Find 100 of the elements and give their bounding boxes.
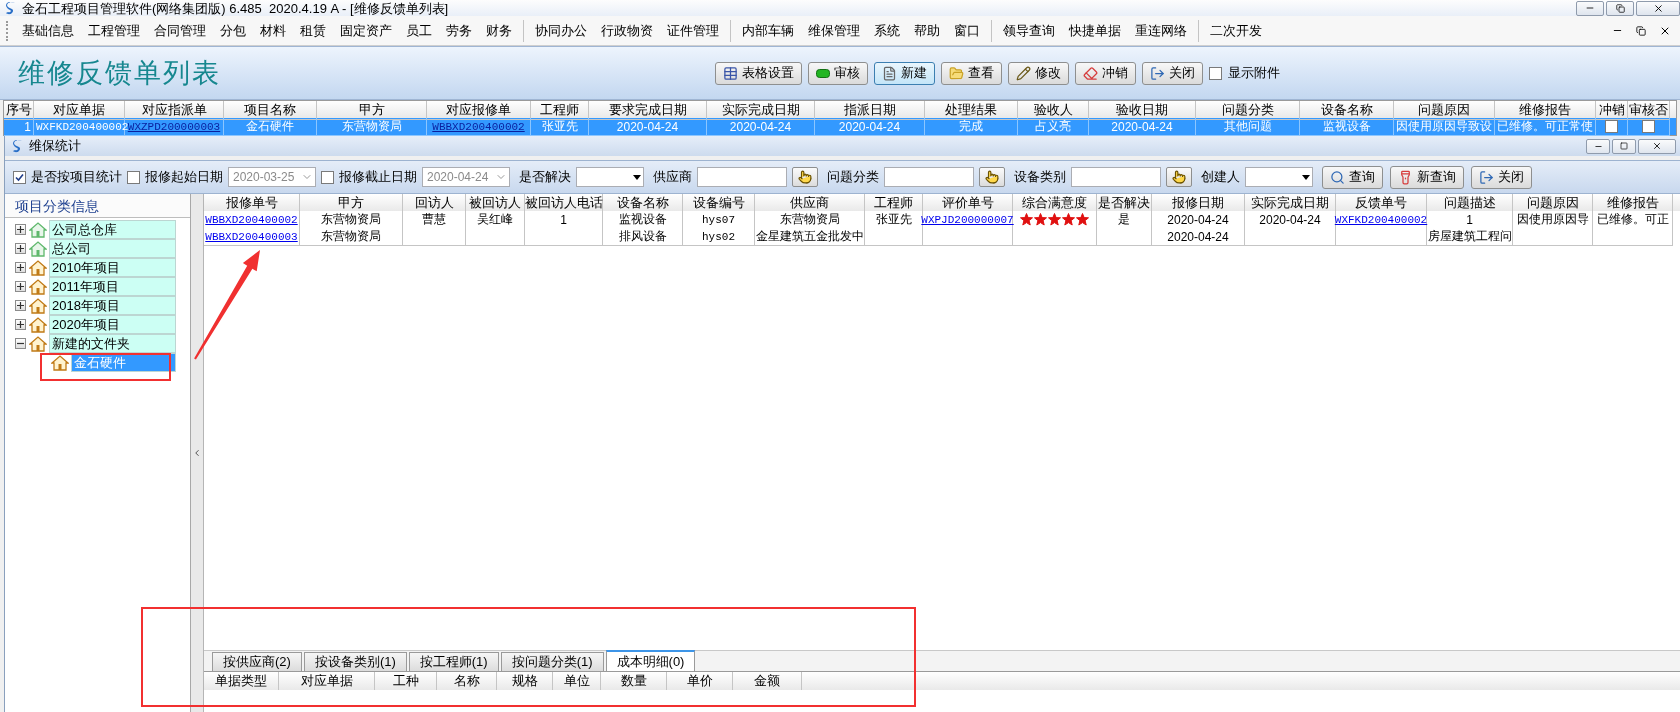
restore-icon [1636, 25, 1646, 36]
date-field[interactable]: 2020-04-24 [422, 167, 510, 187]
checkbox-label: 报修截止日期 [339, 168, 417, 186]
tab[interactable]: 成本明细(0) [605, 650, 696, 671]
toolbar-button[interactable]: 冲销 [1075, 61, 1136, 85]
menu-item[interactable]: 基础信息 [15, 18, 81, 43]
tree-item[interactable]: 2018年项目 [49, 296, 176, 315]
menu-item[interactable]: 分包 [213, 18, 253, 43]
input-field[interactable] [884, 167, 974, 187]
menu-item[interactable]: 劳务 [439, 18, 479, 43]
checkbox[interactable] [127, 170, 140, 184]
expand-toggle[interactable] [15, 281, 26, 292]
dropdown-field[interactable] [576, 167, 644, 187]
checkbox[interactable] [321, 170, 334, 184]
menu-item[interactable]: 重连网络 [1128, 18, 1194, 43]
table-cell: 排风设备 [603, 228, 683, 246]
menu-item[interactable]: 证件管理 [660, 18, 726, 43]
panel-title: 项目分类信息 [5, 194, 190, 218]
close-icon [1652, 141, 1662, 151]
expand-toggle[interactable] [15, 338, 26, 349]
input-field[interactable] [1071, 167, 1161, 187]
minimize-button[interactable] [1576, 0, 1604, 16]
query-button[interactable]: 查询 [1322, 165, 1383, 189]
dropdown-field[interactable] [1245, 167, 1313, 187]
exit-icon [1150, 65, 1165, 81]
menu-item[interactable]: 帮助 [907, 18, 947, 43]
toolbar-button[interactable]: 关闭 [1142, 61, 1203, 85]
tab[interactable]: 按供应商(2) [212, 652, 302, 671]
menu-item[interactable]: 协同办公 [528, 18, 594, 43]
toolbar-button[interactable]: 修改 [1008, 61, 1069, 85]
pointing-hand-icon [985, 170, 999, 184]
tree-item[interactable]: 2020年项目 [49, 315, 176, 334]
menu-item[interactable]: 工程管理 [81, 18, 147, 43]
query-button[interactable]: 新查询 [1390, 165, 1464, 189]
expand-toggle[interactable] [15, 243, 26, 254]
checkbox[interactable] [1642, 120, 1655, 133]
maximize-button[interactable] [1612, 138, 1636, 154]
link[interactable]: WXPJD200000007 [921, 213, 1014, 226]
house-icon [29, 259, 47, 276]
input-field[interactable] [697, 167, 787, 187]
expand-toggle[interactable] [15, 262, 26, 273]
dropdown-arrow-icon [633, 174, 641, 180]
menu-item[interactable]: 财务 [479, 18, 519, 43]
link[interactable]: WXZPD200000003 [127, 120, 221, 133]
house-icon [29, 297, 47, 314]
maximize-icon [1620, 142, 1628, 150]
menu-item[interactable]: 快捷单据 [1062, 18, 1128, 43]
maximize-button[interactable] [1606, 0, 1634, 16]
expand-toggle[interactable] [15, 224, 26, 235]
plus-icon [17, 264, 24, 271]
menu-item[interactable]: 内部车辆 [735, 18, 801, 43]
link[interactable]: WXFKD200400002 [1334, 213, 1428, 226]
menu-item[interactable]: 员工 [399, 18, 439, 43]
tree-item[interactable]: 总公司 [49, 239, 176, 258]
flashlight-icon [1398, 169, 1413, 185]
search-icon [1330, 169, 1345, 185]
table-row[interactable]: 1 WXFKD200400002WXZPD200000003 金石硬件 东营物资局 WBBXD200400002 张亚先 2020-04-24 2020-04-24 2020-04-24 完成 占义亮 2020-04-24 其他问题 监视设备 因使用原因导致设 已维修。可正常使 [4, 118, 1676, 135]
table-cell: hys02 [683, 228, 755, 246]
tree-item[interactable]: 2010年项目 [49, 258, 176, 277]
menu-item[interactable]: 租赁 [293, 18, 333, 43]
plus-icon [17, 226, 24, 233]
toolbar-button[interactable]: 审核 [808, 61, 868, 85]
tab[interactable]: 按工程师(1) [408, 652, 499, 671]
tree-item[interactable]: 2011年项目 [49, 277, 176, 296]
house-icon [29, 278, 47, 295]
checkbox[interactable] [1605, 120, 1618, 133]
menu-item[interactable]: 窗口 [947, 18, 987, 43]
window-title: 金石工程项目管理软件(网络集团版) 6.485 2020.4.19 A - [维修反馈单列表] [22, 0, 449, 16]
link[interactable]: WBBXD200400002 [432, 120, 525, 133]
menu-item[interactable]: 领导查询 [996, 18, 1062, 43]
menu-item[interactable]: 材料 [253, 18, 293, 43]
checkbox-label: 是否按项目统计 [31, 168, 122, 186]
menu-item[interactable]: 维保管理 [801, 18, 867, 43]
checkbox[interactable] [1209, 66, 1222, 80]
date-field[interactable]: 2020-03-25 [228, 167, 316, 187]
menu-item[interactable]: 二次开发 [1203, 18, 1269, 43]
tab[interactable]: 按问题分类(1) [500, 652, 604, 671]
toolbar-button[interactable]: 查看 [941, 61, 1002, 85]
tree-item[interactable]: 公司总仓库 [49, 220, 176, 239]
query-button[interactable]: 关闭 [1471, 165, 1532, 189]
menu-item[interactable]: 合同管理 [147, 18, 213, 43]
toolbar-button[interactable]: 新建 [874, 61, 935, 85]
expand-toggle[interactable] [15, 319, 26, 330]
plus-icon [17, 283, 24, 290]
menu-item[interactable]: 系统 [867, 18, 907, 43]
tree-item[interactable]: 新建的文件夹 [49, 334, 176, 353]
field-label: 问题分类 [827, 168, 879, 186]
link[interactable]: WBBXD200400003 [205, 230, 298, 243]
link[interactable]: WBBXD200400002 [205, 213, 298, 226]
lookup-button[interactable] [792, 167, 818, 187]
window-title: 维保统计 [29, 137, 81, 155]
lookup-button[interactable] [979, 167, 1005, 187]
checkbox[interactable] [13, 170, 26, 184]
menu-item[interactable]: 固定资产 [333, 18, 399, 43]
expand-toggle[interactable] [15, 300, 26, 311]
tab[interactable]: 按设备类别(1) [303, 652, 407, 671]
lookup-button[interactable] [1166, 167, 1192, 187]
menu-item[interactable]: 行政物资 [594, 18, 660, 43]
minimize-button[interactable] [1586, 138, 1610, 154]
toolbar-button[interactable]: 表格设置 [715, 61, 802, 85]
